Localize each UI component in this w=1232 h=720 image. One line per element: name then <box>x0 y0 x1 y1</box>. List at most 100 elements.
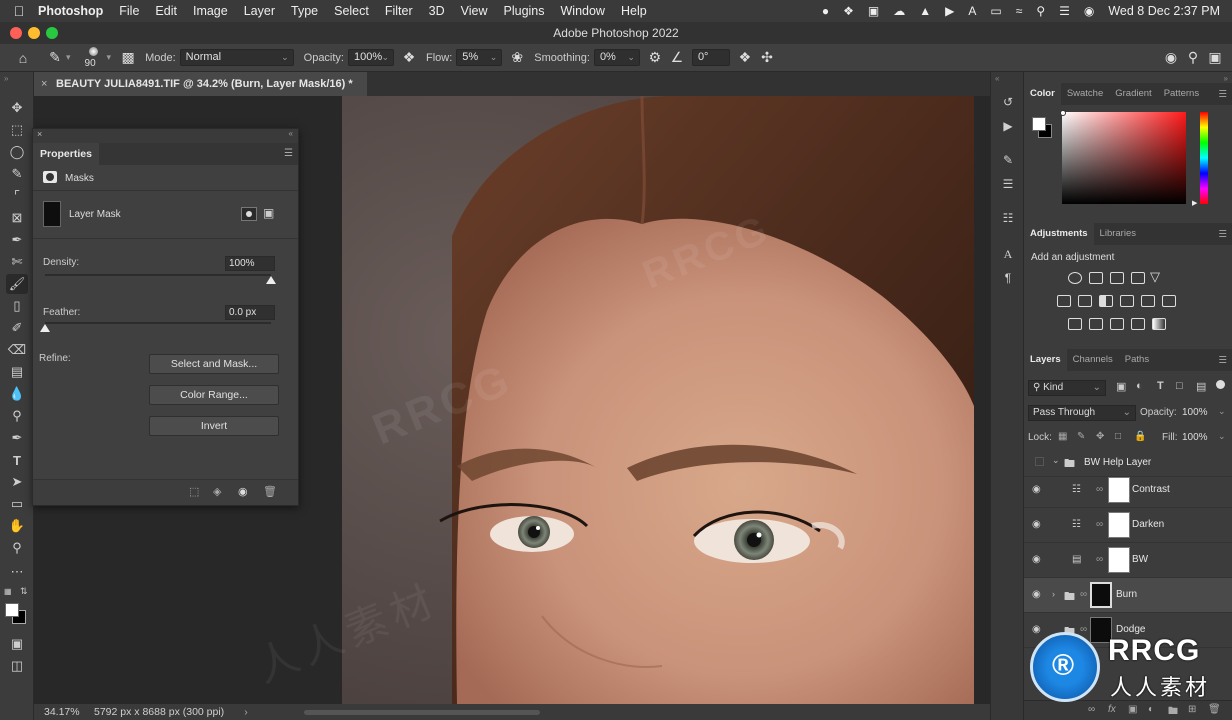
quick-mask-icon[interactable]: ▣ <box>6 634 28 654</box>
filter-toggle-icon[interactable] <box>1216 380 1225 389</box>
dodge-tool-icon[interactable]: ⚲ <box>6 406 28 426</box>
layer-row[interactable]: ◉ ▤ ∞ BW <box>1024 543 1232 578</box>
menu-filter[interactable]: Filter <box>385 4 413 18</box>
menu-help[interactable]: Help <box>621 4 647 18</box>
airbrush-icon[interactable]: ❀ <box>506 47 528 69</box>
menu-edit[interactable]: Edit <box>155 4 177 18</box>
collapse-icon[interactable]: « <box>995 74 999 83</box>
history-icon[interactable]: ↺ <box>998 92 1018 112</box>
eye-icon[interactable]: ◉ <box>1032 590 1042 600</box>
channel-mixer-icon[interactable] <box>1141 295 1155 307</box>
visibility-toggle[interactable] <box>1035 457 1044 466</box>
color-balance-icon[interactable] <box>1078 295 1092 307</box>
opacity-field[interactable]: 100% ⌄ <box>348 49 394 66</box>
menu-plugins[interactable]: Plugins <box>504 4 545 18</box>
adjust-sliders-icon[interactable]: ☰ <box>998 174 1018 194</box>
filter-smart-object-icon[interactable]: ▤ <box>1196 380 1206 393</box>
vibrance-icon[interactable]: ▽ <box>1150 269 1160 285</box>
density-field[interactable]: 100% <box>225 256 275 271</box>
color-picker-handle[interactable] <box>1060 110 1066 116</box>
feather-field[interactable]: 0.0 px <box>225 305 275 320</box>
chevron-down-icon[interactable]: ⌄ <box>1218 431 1226 442</box>
layer-opacity-value[interactable]: 100% <box>1182 407 1208 418</box>
record-icon[interactable]: ● <box>822 4 829 18</box>
gradient-tool-icon[interactable]: ▤ <box>6 362 28 382</box>
panel-menu-icon[interactable]: ☰ <box>1218 89 1227 100</box>
menu-window[interactable]: Window <box>561 4 605 18</box>
load-selection-icon[interactable]: ⬚ <box>189 485 199 498</box>
layer-row-selected[interactable]: ◉ › 🖿 ∞ Burn <box>1024 578 1232 613</box>
tab-gradient[interactable]: Gradient <box>1109 83 1157 105</box>
chevron-right-icon[interactable]: › <box>1052 589 1055 599</box>
exposure-icon[interactable] <box>1131 272 1145 284</box>
vlc-icon[interactable]: ▲ <box>919 4 931 18</box>
eye-icon[interactable]: ◉ <box>1032 485 1042 495</box>
home-icon[interactable]: ⌂ <box>12 47 34 69</box>
pressure-opacity-icon[interactable]: ❖ <box>398 47 420 69</box>
tab-swatches[interactable]: Swatche <box>1061 83 1109 105</box>
trash-icon[interactable]: 🗑 <box>263 485 277 498</box>
minimize-window-button[interactable] <box>28 27 40 39</box>
crop-tool-icon[interactable]: ⌜ <box>6 186 28 206</box>
layer-mask-thumbnail[interactable] <box>1108 477 1130 503</box>
menu-image[interactable]: Image <box>193 4 228 18</box>
chevron-right-icon[interactable]: › <box>244 706 248 718</box>
hand-tool-icon[interactable]: ✋ <box>6 516 28 536</box>
swap-colors-icon[interactable]: ⇅ <box>20 586 28 597</box>
tab-adjustments[interactable]: Adjustments <box>1024 223 1094 245</box>
clone-stamp-tool-icon[interactable]: ▯ <box>6 296 28 316</box>
panel-header[interactable]: × « <box>33 129 298 143</box>
close-panel-icon[interactable]: × <box>37 129 42 139</box>
lock-all-icon[interactable]: 🔒 <box>1134 431 1146 442</box>
symmetry-icon[interactable]: ✣ <box>756 47 778 69</box>
feather-slider-track[interactable] <box>45 322 271 324</box>
tab-color[interactable]: Color <box>1024 83 1061 105</box>
trash-icon[interactable]: 🗑 <box>1208 704 1221 715</box>
panel-menu-icon[interactable]: ☰ <box>1218 355 1227 366</box>
brush-settings-icon[interactable]: ▩ <box>117 47 139 69</box>
brush-preset-icon[interactable]: ✎ <box>44 47 66 69</box>
layer-row[interactable]: ◉ ☷ ∞ Darken <box>1024 508 1232 543</box>
threshold-icon[interactable] <box>1110 318 1124 330</box>
eye-icon[interactable]: ◉ <box>1032 520 1042 530</box>
brush-tool-icon[interactable]: 🖌 <box>6 274 28 294</box>
eyedropper-tool-icon[interactable]: ✒ <box>6 230 28 250</box>
angle-field[interactable]: 0° <box>691 49 730 66</box>
selective-color-icon[interactable] <box>1131 318 1145 330</box>
panel-menu-icon[interactable]: ☰ <box>1218 229 1227 240</box>
layer-mask-thumbnail[interactable] <box>1108 547 1130 573</box>
invert-button[interactable]: Invert <box>149 416 279 436</box>
zoom-window-button[interactable] <box>46 27 58 39</box>
link-icon[interactable]: ∞ <box>1080 589 1087 600</box>
smoothing-field[interactable]: 0% ⌄ <box>593 49 640 66</box>
close-tab-icon[interactable]: × <box>41 72 47 96</box>
brush-size-picker[interactable]: 90 <box>81 45 107 71</box>
document-tab[interactable]: × BEAUTY JULIA8491.TIF @ 34.2% (Burn, La… <box>34 72 367 96</box>
photo-filter-icon[interactable] <box>1120 295 1134 307</box>
pressure-size-icon[interactable]: ❖ <box>734 47 756 69</box>
chevron-down-icon[interactable]: ⌄ <box>1218 406 1226 417</box>
link-icon[interactable]: ∞ <box>1096 519 1103 530</box>
menu-view[interactable]: View <box>461 4 488 18</box>
default-colors-icon[interactable]: ▦ <box>4 587 12 596</box>
link-layers-icon[interactable]: ∞ <box>1088 704 1095 715</box>
filter-shape-icon[interactable]: □ <box>1176 380 1183 392</box>
color-lookup-icon[interactable] <box>1162 295 1176 307</box>
menu-file[interactable]: File <box>119 4 139 18</box>
keyboard-a-icon[interactable]: A <box>968 4 976 18</box>
curves-icon[interactable] <box>1110 272 1124 284</box>
search-icon[interactable]: ⚲ <box>1036 4 1045 18</box>
link-icon[interactable]: ∞ <box>1096 484 1103 495</box>
quick-select-tool-icon[interactable]: ✎ <box>6 164 28 184</box>
eye-icon[interactable]: ◉ <box>238 485 248 498</box>
paragraph-icon[interactable]: ¶ <box>998 268 1018 288</box>
dropbox-icon[interactable]: ❖ <box>843 4 854 18</box>
type-tool-icon[interactable]: T <box>6 450 28 470</box>
app-name-menu[interactable]: Photoshop <box>38 4 103 18</box>
filter-type-icon[interactable]: T <box>1157 380 1164 392</box>
lock-transparent-icon[interactable]: ▦ <box>1058 431 1067 442</box>
gear-icon[interactable]: ⚙ <box>644 47 666 69</box>
menu-3d[interactable]: 3D <box>429 4 445 18</box>
collapse-icon[interactable]: » <box>1224 74 1228 83</box>
tab-properties[interactable]: Properties <box>33 143 99 165</box>
